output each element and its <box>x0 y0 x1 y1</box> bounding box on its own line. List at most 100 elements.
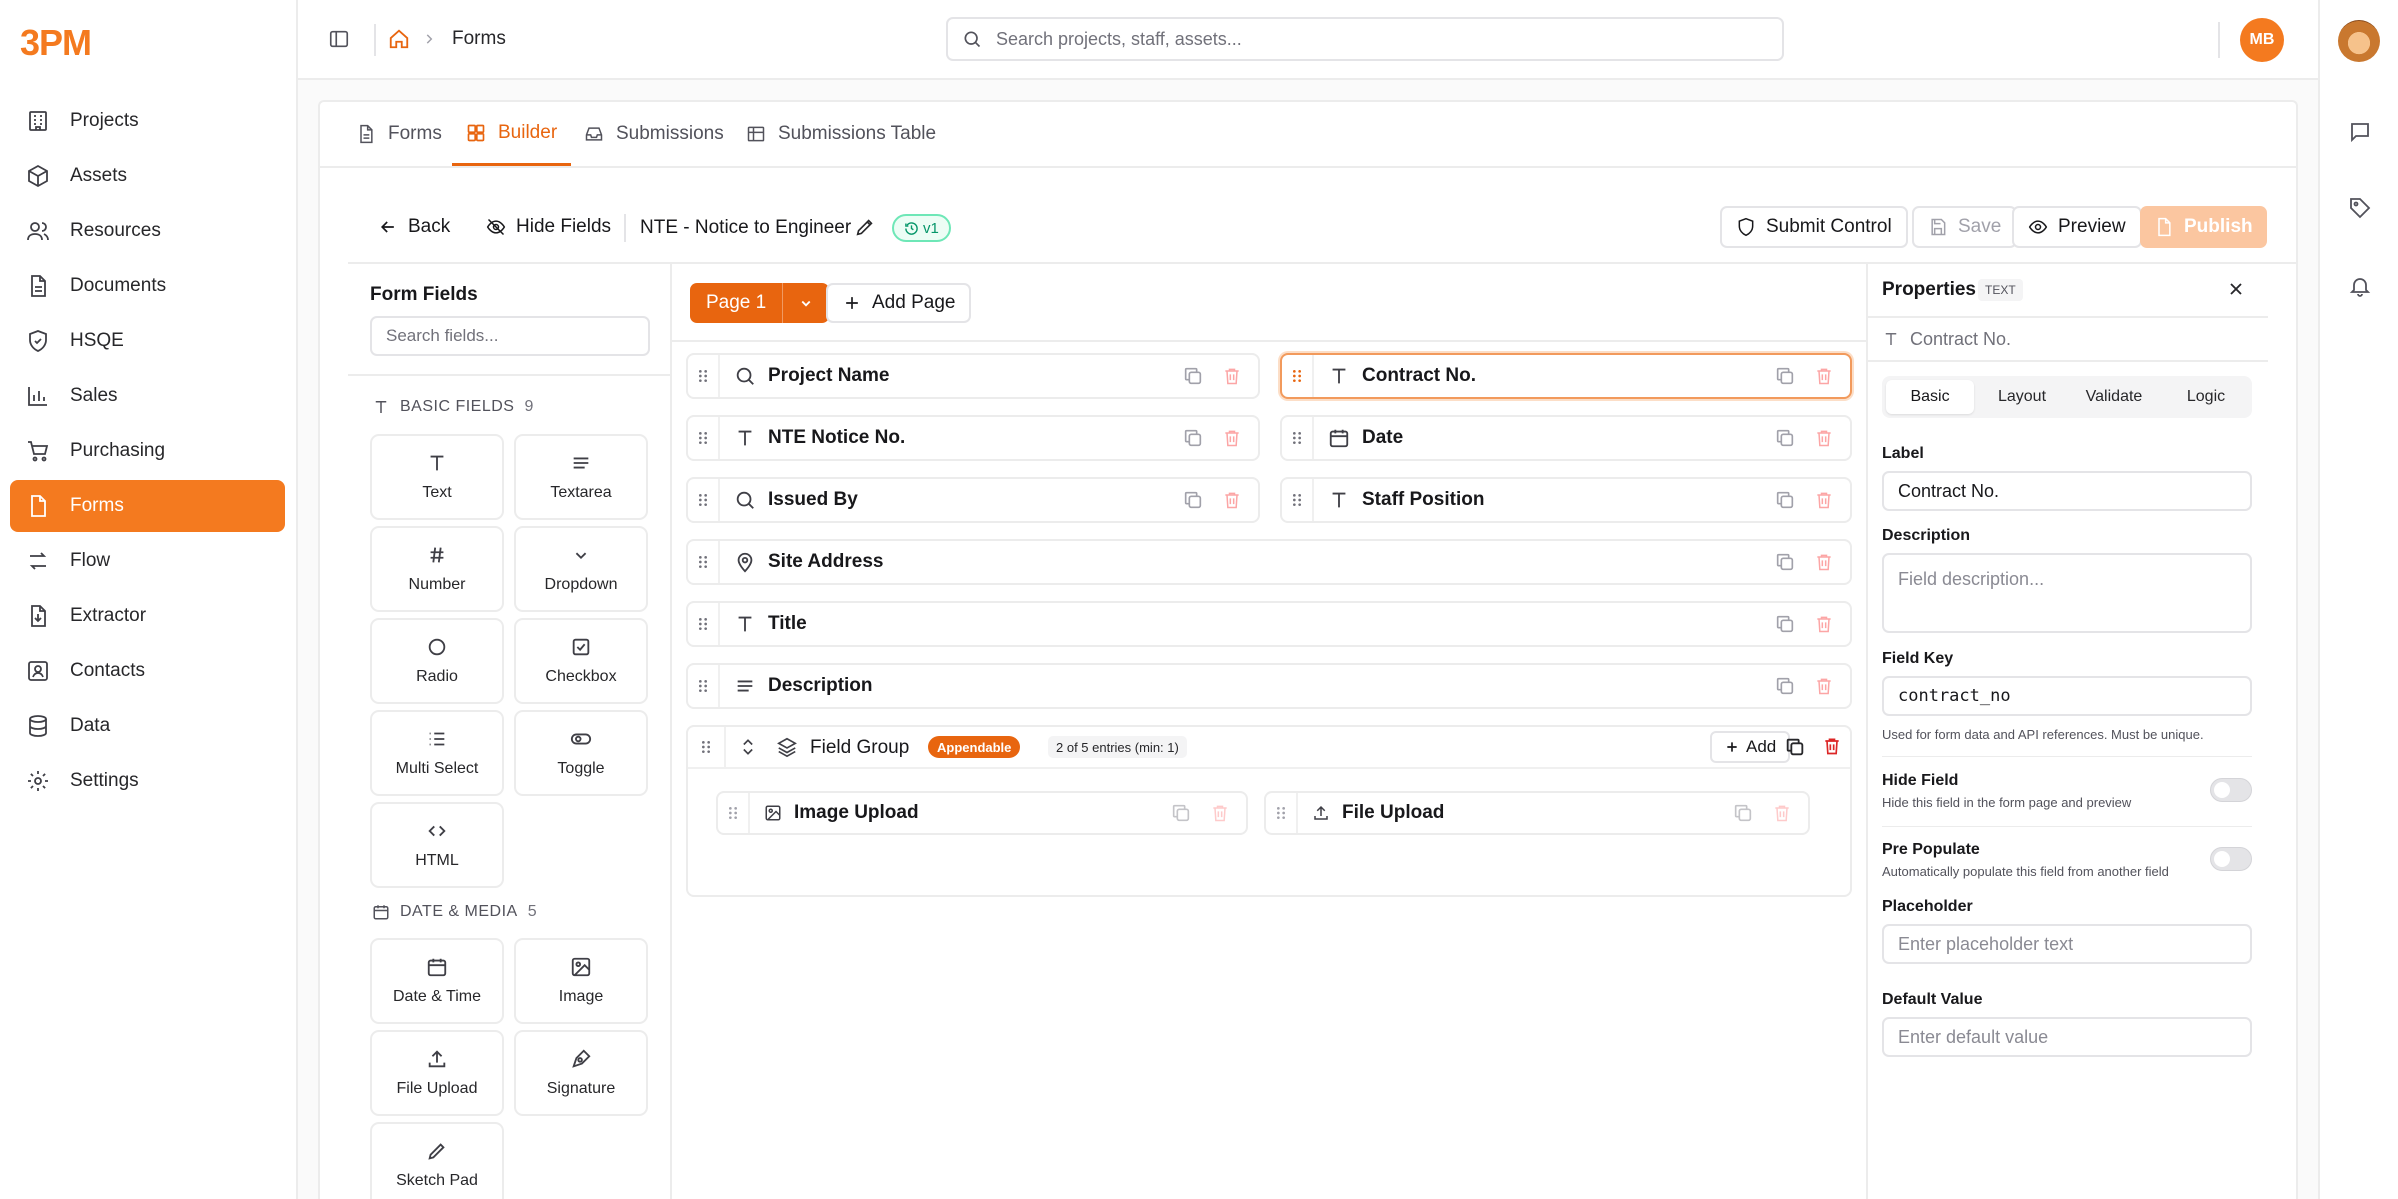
palette-item-image[interactable]: Image <box>514 938 648 1024</box>
sidebar-item-flow[interactable]: Flow <box>10 535 285 587</box>
logo[interactable]: 3PM <box>20 22 92 64</box>
prop-tab-basic[interactable]: Basic <box>1886 380 1974 414</box>
chevrons-up-down-icon[interactable] <box>738 737 758 757</box>
close-icon[interactable] <box>2226 279 2246 299</box>
trash-icon[interactable] <box>1814 614 1834 634</box>
drag-handle[interactable] <box>688 479 720 521</box>
sidebar-toggle-icon[interactable] <box>328 28 350 50</box>
palette-item-signature[interactable]: Signature <box>514 1030 648 1116</box>
placeholder-input[interactable]: Enter placeholder text <box>1882 924 2252 964</box>
field-date[interactable]: Date <box>1280 415 1852 461</box>
prop-tab-validate[interactable]: Validate <box>2070 380 2158 414</box>
sidebar-item-settings[interactable]: Settings <box>10 755 285 807</box>
duplicate-icon[interactable] <box>1774 551 1796 573</box>
trash-icon[interactable] <box>1222 490 1242 510</box>
publish-button[interactable]: Publish <box>2140 206 2267 248</box>
page-selector[interactable]: Page 1 <box>690 283 830 323</box>
trash-icon[interactable] <box>1814 366 1834 386</box>
palette-item-textarea[interactable]: Textarea <box>514 434 648 520</box>
add-page-button[interactable]: Add Page <box>826 283 972 323</box>
duplicate-icon[interactable] <box>1182 427 1204 449</box>
duplicate-icon[interactable] <box>1182 365 1204 387</box>
duplicate-icon[interactable] <box>1774 489 1796 511</box>
palette-item-radio[interactable]: Radio <box>370 618 504 704</box>
palette-item-checkbox[interactable]: Checkbox <box>514 618 648 704</box>
field-search-input[interactable]: Search fields... <box>370 316 650 356</box>
home-icon[interactable] <box>388 28 410 50</box>
hide-fields-button[interactable]: Hide Fields <box>472 207 625 247</box>
drag-handle[interactable] <box>688 541 720 583</box>
palette-item-date-time[interactable]: Date & Time <box>370 938 504 1024</box>
palette-item-sketch-pad[interactable]: Sketch Pad <box>370 1122 504 1199</box>
tab-builder[interactable]: Builder <box>452 102 572 166</box>
trash-icon[interactable] <box>1814 490 1834 510</box>
duplicate-icon[interactable] <box>1774 427 1796 449</box>
tag-icon[interactable] <box>2348 196 2372 220</box>
save-button[interactable]: Save <box>1912 206 2018 248</box>
field-description[interactable]: Description <box>686 663 1852 709</box>
field-title[interactable]: Title <box>686 601 1852 647</box>
back-button[interactable]: Back <box>364 207 464 247</box>
bell-icon[interactable] <box>2348 274 2372 298</box>
pre-populate-toggle[interactable] <box>2210 847 2252 871</box>
duplicate-icon[interactable] <box>1170 802 1192 824</box>
sidebar-item-projects[interactable]: Projects <box>10 95 285 147</box>
grip-icon[interactable] <box>698 739 714 755</box>
drag-handle[interactable] <box>688 603 720 645</box>
trash-icon[interactable] <box>1222 366 1242 386</box>
prop-tab-layout[interactable]: Layout <box>1978 380 2066 414</box>
palette-item-text[interactable]: Text <box>370 434 504 520</box>
drag-handle[interactable] <box>1282 417 1314 459</box>
submit-control-button[interactable]: Submit Control <box>1720 206 1908 248</box>
palette-item-number[interactable]: Number <box>370 526 504 612</box>
palette-item-html[interactable]: HTML <box>370 802 504 888</box>
field-project-name[interactable]: Project Name <box>686 353 1260 399</box>
trash-icon[interactable] <box>1772 803 1792 823</box>
duplicate-icon[interactable] <box>1732 802 1754 824</box>
chat-icon[interactable] <box>2348 120 2372 144</box>
field-staff-position[interactable]: Staff Position <box>1280 477 1852 523</box>
duplicate-icon[interactable] <box>1774 675 1796 697</box>
field-image-upload[interactable]: Image Upload <box>716 791 1248 835</box>
sidebar-item-data[interactable]: Data <box>10 700 285 752</box>
assistant-avatar[interactable] <box>2338 20 2380 62</box>
field-site-address[interactable]: Site Address <box>686 539 1852 585</box>
trash-icon[interactable] <box>1814 676 1834 696</box>
sidebar-item-hsqe[interactable]: HSQE <box>10 315 285 367</box>
sidebar-item-purchasing[interactable]: Purchasing <box>10 425 285 477</box>
hide-field-toggle[interactable] <box>2210 778 2252 802</box>
sidebar-item-sales[interactable]: Sales <box>10 370 285 422</box>
prop-tab-logic[interactable]: Logic <box>2162 380 2250 414</box>
sidebar-item-documents[interactable]: Documents <box>10 260 285 312</box>
palette-item-toggle[interactable]: Toggle <box>514 710 648 796</box>
palette-item-file-upload[interactable]: File Upload <box>370 1030 504 1116</box>
drag-handle[interactable] <box>688 665 720 707</box>
tab-forms[interactable]: Forms <box>356 102 442 166</box>
field-contract-no[interactable]: Contract No. <box>1280 353 1852 399</box>
tab-submissions[interactable]: Submissions <box>584 102 724 166</box>
trash-icon[interactable] <box>1814 428 1834 448</box>
field-nte-notice-no[interactable]: NTE Notice No. <box>686 415 1260 461</box>
drag-handle[interactable] <box>1282 479 1314 521</box>
global-search-input[interactable]: Search projects, staff, assets... <box>946 17 1784 61</box>
group-add-button[interactable]: Add <box>1710 731 1791 763</box>
drag-handle[interactable] <box>1266 793 1298 833</box>
duplicate-icon[interactable] <box>1182 489 1204 511</box>
sidebar-item-extractor[interactable]: Extractor <box>10 590 285 642</box>
pencil-icon[interactable] <box>854 216 876 238</box>
duplicate-icon[interactable] <box>1774 613 1796 635</box>
trash-icon[interactable] <box>1210 803 1230 823</box>
drag-handle[interactable] <box>1282 355 1314 397</box>
drag-handle[interactable] <box>688 417 720 459</box>
description-input[interactable]: Field description... <box>1882 553 2252 633</box>
palette-item-multi-select[interactable]: Multi Select <box>370 710 504 796</box>
field-key-input[interactable]: contract_no <box>1882 676 2252 716</box>
label-input[interactable]: Contract No. <box>1882 471 2252 511</box>
breadcrumb[interactable]: Forms <box>452 28 506 50</box>
sidebar-item-contacts[interactable]: Contacts <box>10 645 285 697</box>
duplicate-icon[interactable] <box>1774 365 1796 387</box>
preview-button[interactable]: Preview <box>2012 206 2142 248</box>
palette-item-dropdown[interactable]: Dropdown <box>514 526 648 612</box>
sidebar-item-forms[interactable]: Forms <box>10 480 285 532</box>
duplicate-icon[interactable] <box>1784 736 1806 758</box>
